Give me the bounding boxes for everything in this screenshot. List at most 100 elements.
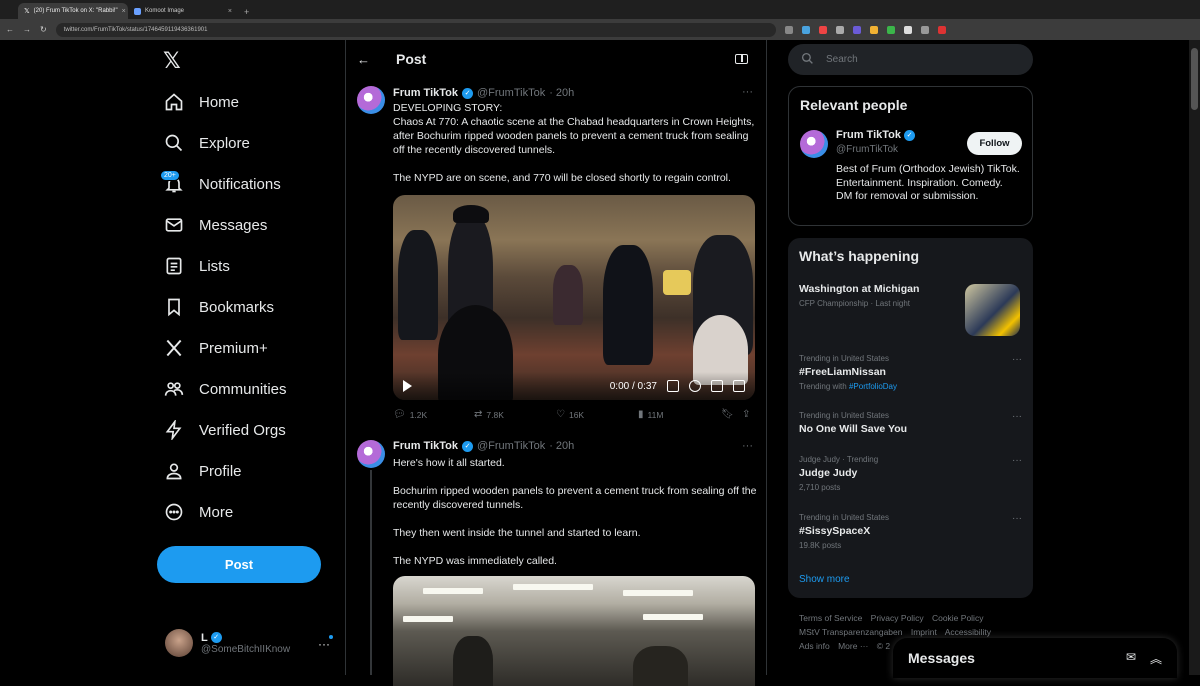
address-bar[interactable]: twitter.com/FrumTikTok/status/1746459119… xyxy=(55,22,776,37)
footer-link[interactable]: MStV Transparenzangaben xyxy=(799,627,902,637)
trend-more-icon[interactable]: ··· xyxy=(1012,455,1022,466)
trend-image[interactable] xyxy=(965,284,1020,336)
footer-link[interactable]: Terms of Service xyxy=(799,613,862,623)
views-button[interactable]: ▮ 11M xyxy=(638,409,663,420)
account-name-text: L xyxy=(201,631,208,644)
settings-gear-icon[interactable] xyxy=(689,380,701,392)
footer-link[interactable]: Ads info xyxy=(799,641,830,651)
trend-more-icon[interactable]: ··· xyxy=(1012,354,1022,365)
search-input[interactable]: Search xyxy=(788,44,1033,75)
nav-bookmarks[interactable]: Bookmarks xyxy=(163,291,274,323)
browser-toolbar: ← → ↻ twitter.com/FrumTikTok/status/1746… xyxy=(0,19,1200,40)
page-scrollbar[interactable] xyxy=(1189,40,1200,675)
nav-notifications[interactable]: Notifications xyxy=(163,168,281,200)
footer-link[interactable]: Cookie Policy xyxy=(932,613,984,623)
tweet-author-name[interactable]: Frum TikTok xyxy=(393,440,458,452)
back-arrow-icon[interactable]: ← xyxy=(357,52,370,67)
extension-icon[interactable] xyxy=(869,25,878,34)
nav-communities[interactable]: Communities xyxy=(163,373,287,405)
reader-mode-icon[interactable] xyxy=(735,54,748,64)
tweet-time[interactable]: · 20h xyxy=(549,440,574,452)
tweet-author-handle[interactable]: @FrumTikTok xyxy=(477,440,545,452)
footer-link[interactable]: More ··· xyxy=(838,641,868,651)
trend-item[interactable]: Judge Judy · Trending Judge Judy 2,710 p… xyxy=(799,455,1024,492)
tweet-author-handle[interactable]: @FrumTikTok xyxy=(477,87,545,99)
extension-icon[interactable] xyxy=(784,25,793,34)
extension-icon[interactable] xyxy=(801,25,810,34)
nav-more[interactable]: More xyxy=(163,496,233,528)
tweet-video[interactable]: 0:00 / 0:37 xyxy=(393,195,755,400)
notifications-badge: 20+ xyxy=(160,170,180,181)
new-message-icon[interactable]: ✉ xyxy=(1126,650,1136,667)
nav-verified-orgs[interactable]: Verified Orgs xyxy=(163,414,286,446)
nav-messages[interactable]: Messages xyxy=(163,209,267,241)
tweet-header: Frum TikTok ✓ @FrumTikTok · 20h xyxy=(393,440,574,452)
tweet-author-name[interactable]: Frum TikTok xyxy=(393,87,458,99)
share-button[interactable]: ⇪ xyxy=(742,409,750,420)
trend-more-icon[interactable]: ··· xyxy=(1012,513,1022,524)
expand-chevron-icon[interactable]: ︽ xyxy=(1150,650,1162,667)
nav-explore[interactable]: Explore xyxy=(163,127,250,159)
footer-link[interactable]: Privacy Policy xyxy=(871,613,924,623)
volume-icon[interactable] xyxy=(667,380,679,392)
nav-profile[interactable]: Profile xyxy=(163,455,242,487)
nav-lists[interactable]: Lists xyxy=(163,250,230,282)
browser-tab-active[interactable]: 𝕏 (20) Frum TikTok on X: "Rabbi!" × xyxy=(18,3,128,19)
trend-meta: Trending in United States xyxy=(799,411,889,420)
close-tab-icon[interactable]: × xyxy=(122,8,126,15)
trend-item[interactable]: Trending in United States #FreeLiamNissa… xyxy=(799,354,1024,391)
reload-icon[interactable]: ↻ xyxy=(40,25,47,34)
profile-icon[interactable] xyxy=(937,25,946,34)
avatar xyxy=(165,629,193,657)
extension-icon[interactable] xyxy=(903,25,912,34)
new-tab-icon[interactable]: + xyxy=(244,7,249,19)
heart-icon: ♡ xyxy=(556,409,565,420)
nav-premium[interactable]: Premium+ xyxy=(163,332,268,364)
post-button[interactable]: Post xyxy=(157,546,321,583)
extension-icon[interactable] xyxy=(920,25,929,34)
relevant-avatar[interactable] xyxy=(800,130,828,158)
scrollbar-thumb[interactable] xyxy=(1191,48,1198,110)
list-icon xyxy=(163,255,185,277)
relevant-handle[interactable]: @FrumTikTok xyxy=(836,144,898,155)
fullscreen-icon[interactable] xyxy=(733,380,745,392)
trend-item[interactable]: Trending in United States #SissySpaceX 1… xyxy=(799,513,1024,550)
account-switcher[interactable]: L ✓ @SomeBitchIIKnow xyxy=(165,629,290,657)
trend-sub: Trending with #PortfolioDay xyxy=(799,382,1024,391)
follow-button[interactable]: Follow xyxy=(967,132,1022,155)
forward-arrow-icon[interactable]: → xyxy=(23,25,31,34)
trend-more-icon[interactable]: ··· xyxy=(1012,411,1022,422)
tweet-avatar[interactable] xyxy=(357,86,385,114)
close-tab-icon[interactable]: × xyxy=(228,8,232,15)
tweet-video[interactable] xyxy=(393,576,755,686)
bookmark-button[interactable]: 🔖︎ xyxy=(721,409,734,420)
account-more-icon[interactable]: ··· xyxy=(318,637,330,651)
tweet-avatar[interactable] xyxy=(357,440,385,468)
repost-button[interactable]: ⇄ 7.8K xyxy=(474,409,504,420)
picture-in-picture-icon[interactable] xyxy=(711,380,723,392)
back-arrow-icon[interactable]: ← xyxy=(6,25,14,34)
extension-icon[interactable] xyxy=(852,25,861,34)
tweet-text-paragraph: Chaos At 770: A chaotic scene at the Cha… xyxy=(393,116,755,156)
page-title: Post xyxy=(396,51,427,67)
tweet-time[interactable]: · 20h xyxy=(549,87,574,99)
trend-item[interactable]: Trending in United States No One Will Sa… xyxy=(799,411,1024,435)
extension-icon[interactable] xyxy=(835,25,844,34)
extension-icon[interactable] xyxy=(886,25,895,34)
browser-tab[interactable]: Komoot Image × xyxy=(128,3,238,19)
extension-icon[interactable] xyxy=(818,25,827,34)
show-more-link[interactable]: Show more xyxy=(799,574,850,585)
footer-link[interactable]: Imprint xyxy=(911,627,937,637)
messages-drawer[interactable]: Messages ✉ ︽ xyxy=(893,638,1177,678)
tweet-text-paragraph: Bochurim ripped wooden panels to prevent… xyxy=(393,485,757,511)
footer-link[interactable]: Accessibility xyxy=(945,627,991,637)
tweet-more-icon[interactable]: ··· xyxy=(742,86,753,98)
x-logo-icon[interactable]: 𝕏 xyxy=(163,49,187,73)
reply-button[interactable]: 💬︎ 1.2K xyxy=(393,409,427,420)
tweet-more-icon[interactable]: ··· xyxy=(742,440,753,452)
like-button[interactable]: ♡ 16K xyxy=(556,409,584,420)
trend-sub-link[interactable]: #PortfolioDay xyxy=(849,382,897,391)
nav-home[interactable]: Home xyxy=(163,86,239,118)
play-icon[interactable] xyxy=(403,380,412,392)
relevant-name[interactable]: Frum TikTok ✓ xyxy=(836,129,915,141)
